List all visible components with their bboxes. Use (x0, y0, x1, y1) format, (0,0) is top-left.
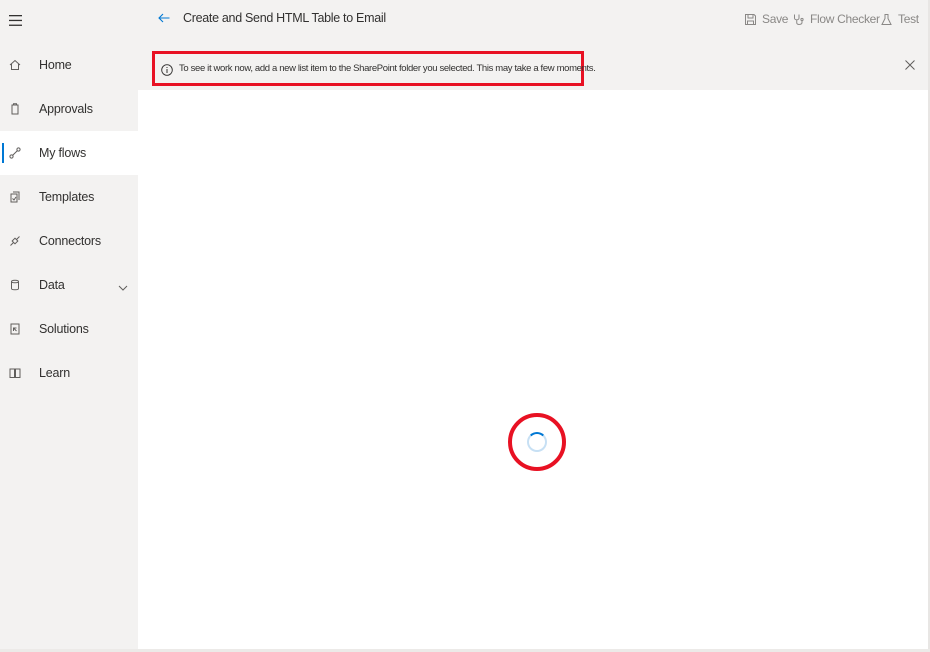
sidebar-item-label: Home (39, 58, 72, 72)
learn-icon (8, 366, 22, 380)
flow-designer-canvas (138, 90, 928, 649)
nav-list: Home Approvals My flows Templates Connec… (0, 43, 138, 395)
flow-checker-button[interactable]: Flow Checker (792, 10, 880, 28)
sidebar-item-learn[interactable]: Learn (0, 351, 138, 395)
sidebar-item-solutions[interactable]: Solutions (0, 307, 138, 351)
stethoscope-icon (794, 14, 804, 25)
approvals-icon (8, 102, 22, 116)
sidebar-item-label: Data (39, 278, 65, 292)
sidebar-item-approvals[interactable]: Approvals (0, 87, 138, 131)
sidebar-item-label: Approvals (39, 102, 93, 116)
test-button[interactable]: Test (880, 10, 919, 28)
solutions-icon (8, 322, 22, 336)
info-icon (161, 63, 173, 76)
back-button[interactable] (157, 11, 173, 27)
left-nav: Home Approvals My flows Templates Connec… (0, 0, 138, 652)
save-button[interactable]: Save (744, 10, 788, 28)
sidebar-item-label: Templates (39, 190, 95, 204)
data-icon (8, 278, 22, 292)
sidebar-item-home[interactable]: Home (0, 43, 138, 87)
info-banner: To see it work now, add a new list item … (138, 40, 928, 90)
chevron-down-icon[interactable] (118, 280, 128, 291)
loading-spinner-icon (527, 432, 547, 452)
command-bar: Create and Send HTML Table to Email Save… (138, 0, 928, 40)
test-label: Test (898, 12, 919, 26)
sidebar-item-data[interactable]: Data (0, 263, 138, 307)
hamburger-icon (9, 14, 22, 26)
connectors-icon (8, 234, 22, 248)
banner-message: To see it work now, add a new list item … (179, 63, 596, 74)
save-label: Save (762, 12, 789, 26)
sidebar-item-label: Learn (39, 366, 70, 380)
save-icon (745, 13, 756, 25)
sidebar-item-label: Connectors (39, 234, 101, 248)
sidebar-item-label: My flows (39, 146, 87, 160)
banner-highlight: To see it work now, add a new list item … (152, 51, 596, 86)
flows-icon (8, 146, 22, 160)
flow-title: Create and Send HTML Table to Email (183, 11, 386, 25)
close-icon (905, 60, 915, 70)
back-arrow-icon (158, 13, 170, 23)
sidebar-item-label: Solutions (39, 322, 89, 336)
beaker-icon (881, 13, 892, 25)
hamburger-menu-button[interactable] (0, 0, 138, 40)
sidebar-item-templates[interactable]: Templates (0, 175, 138, 219)
templates-icon (8, 190, 22, 204)
banner-close-button[interactable] (904, 58, 916, 70)
sidebar-item-connectors[interactable]: Connectors (0, 219, 138, 263)
flow-checker-label: Flow Checker (810, 12, 880, 26)
home-icon (8, 58, 22, 72)
sidebar-item-my-flows[interactable]: My flows (0, 131, 138, 175)
